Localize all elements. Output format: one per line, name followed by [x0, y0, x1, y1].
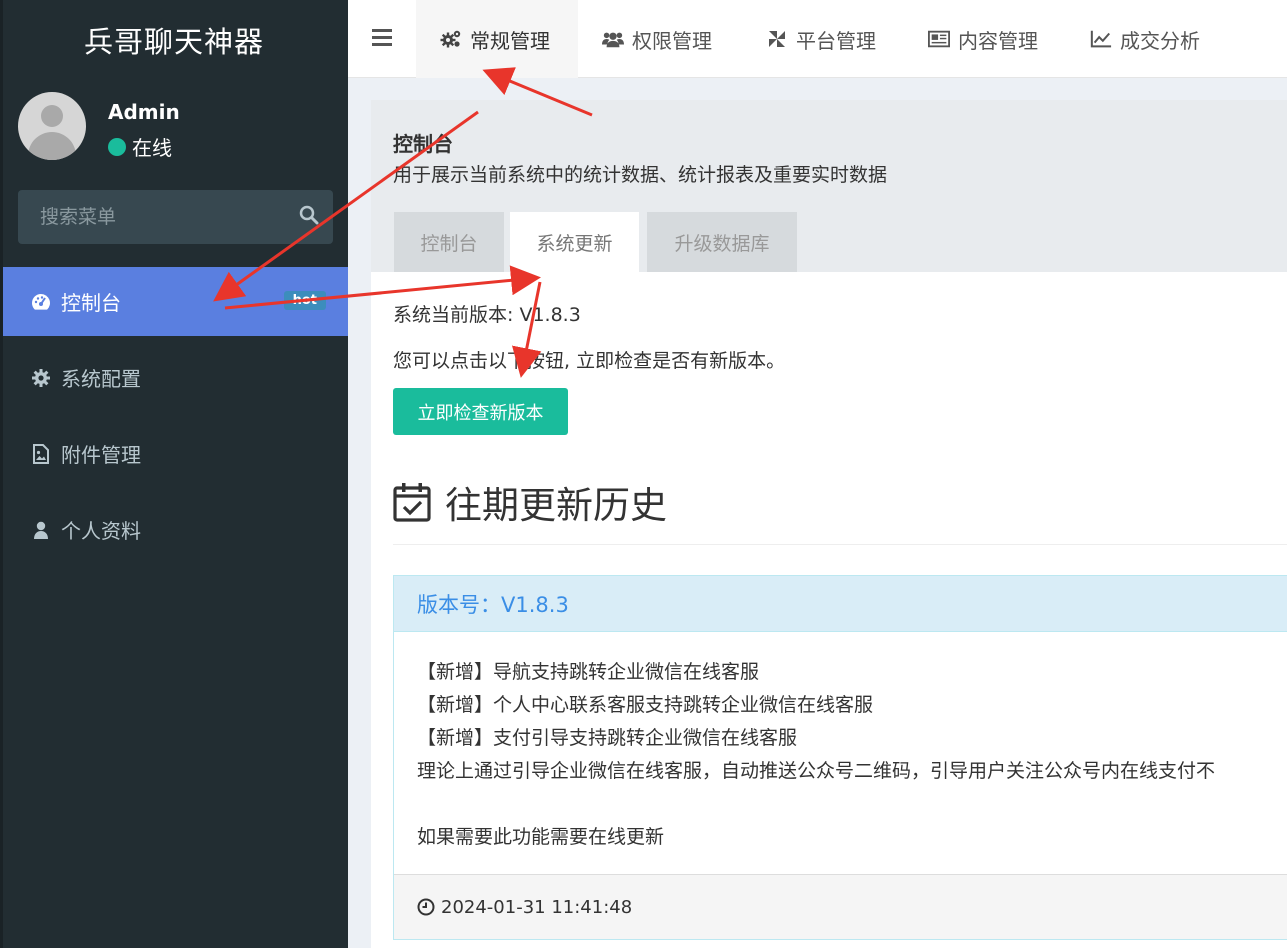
current-version: 系统当前版本: V1.8.3 — [393, 304, 581, 326]
search-icon[interactable] — [299, 205, 319, 229]
sidebar-item-label: 附件管理 — [61, 443, 141, 467]
image-file-icon — [31, 443, 51, 464]
menu-search-input[interactable] — [38, 205, 299, 229]
top-tab-general[interactable]: 常规管理 — [416, 0, 578, 78]
release-note-line: 【新增】支付引导支持跳转企业微信在线客服 — [417, 727, 798, 749]
release-card: 版本号：V1.8.3 【新增】导航支持跳转企业微信在线客服 【新增】个人中心联系… — [393, 575, 1287, 940]
tab-system-update[interactable]: 系统更新 — [510, 212, 639, 272]
divider — [393, 544, 1287, 545]
newspaper-icon — [928, 29, 950, 49]
sidebar: 兵哥聊天神器 Admin 在线 控制台 hot 系统配置 — [0, 0, 348, 948]
user-panel: Admin 在线 — [0, 80, 348, 190]
content-header: 控制台 用于展示当前系统中的统计数据、统计报表及重要实时数据 控制台 系统更新 … — [371, 100, 1287, 272]
user-name: Admin — [108, 100, 180, 124]
history-heading: 往期更新历史 — [393, 475, 667, 529]
avatar[interactable] — [18, 92, 86, 160]
menu-toggle-icon[interactable] — [372, 29, 392, 47]
top-tab-label: 常规管理 — [470, 28, 550, 53]
release-notes: 【新增】导航支持跳转企业微信在线客服 【新增】个人中心联系客服支持跳转企业微信在… — [394, 632, 1287, 878]
sidebar-item-dashboard[interactable]: 控制台 hot — [3, 267, 348, 336]
user-status-label: 在线 — [132, 136, 172, 160]
top-tab-analytics[interactable]: 成交分析 — [1090, 0, 1200, 78]
gear-icon — [31, 368, 51, 388]
release-footer: 2024-01-31 11:41:48 — [394, 874, 1287, 939]
top-tab-label: 权限管理 — [632, 28, 712, 53]
app-title: 兵哥聊天神器 — [83, 25, 264, 59]
release-note-line: 【新增】导航支持跳转企业微信在线客服 — [417, 661, 760, 683]
sidebar-menu: 控制台 hot 系统配置 附件管理 个人资料 — [3, 267, 348, 571]
sidebar-item-system-config[interactable]: 系统配置 — [3, 343, 348, 412]
top-navbar: 常规管理 权限管理 平台管理 内容管理 成交分析 — [348, 0, 1287, 78]
tab-upgrade-database[interactable]: 升级数据库 — [647, 212, 797, 272]
dashboard-icon — [31, 292, 51, 312]
clock-icon — [417, 898, 435, 916]
online-dot-icon — [108, 137, 126, 156]
release-note-line: 理论上通过引导企业微信在线客服，自动推送公众号二维码，引导用户关注公众号内在线支… — [417, 760, 1216, 782]
check-hint: 您可以点击以下按钮, 立即检查是否有新版本。 — [393, 350, 786, 372]
user-icon — [31, 520, 51, 540]
line-chart-icon — [1090, 29, 1112, 49]
release-note-line: 如果需要此功能需要在线更新 — [417, 826, 665, 848]
release-note-line: 【新增】个人中心联系客服支持跳转企业微信在线客服 — [417, 694, 874, 716]
main-content: 控制台 用于展示当前系统中的统计数据、统计报表及重要实时数据 控制台 系统更新 … — [371, 100, 1287, 948]
top-tab-label: 内容管理 — [958, 28, 1038, 53]
sidebar-item-label: 系统配置 — [61, 367, 141, 391]
sidebar-item-label: 控制台 — [61, 291, 121, 315]
release-note-line — [417, 788, 1264, 821]
hot-badge: hot — [283, 291, 326, 310]
check-update-button[interactable]: 立即检查新版本 — [393, 388, 568, 435]
top-tab-label: 成交分析 — [1120, 28, 1200, 53]
history-title: 往期更新历史 — [445, 484, 667, 527]
tab-dashboard[interactable]: 控制台 — [394, 212, 504, 272]
sidebar-item-profile[interactable]: 个人资料 — [3, 495, 348, 564]
pinwheel-icon — [766, 29, 788, 49]
top-tab-permissions[interactable]: 权限管理 — [602, 0, 712, 78]
user-status: 在线 — [108, 132, 172, 161]
cogs-icon — [440, 29, 462, 49]
sidebar-item-label: 个人资料 — [61, 519, 141, 543]
release-version: 版本号：V1.8.3 — [394, 576, 1287, 632]
page-title: 控制台 — [393, 132, 453, 156]
calendar-check-icon — [393, 482, 431, 522]
top-tab-label: 平台管理 — [796, 28, 876, 53]
page-description: 用于展示当前系统中的统计数据、统计报表及重要实时数据 — [393, 164, 888, 186]
users-icon — [602, 29, 624, 49]
menu-search — [18, 190, 333, 244]
sidebar-item-attachments[interactable]: 附件管理 — [3, 419, 348, 488]
top-tab-content[interactable]: 内容管理 — [928, 0, 1038, 78]
release-timestamp: 2024-01-31 11:41:48 — [441, 896, 633, 918]
top-tab-platform[interactable]: 平台管理 — [766, 0, 876, 78]
